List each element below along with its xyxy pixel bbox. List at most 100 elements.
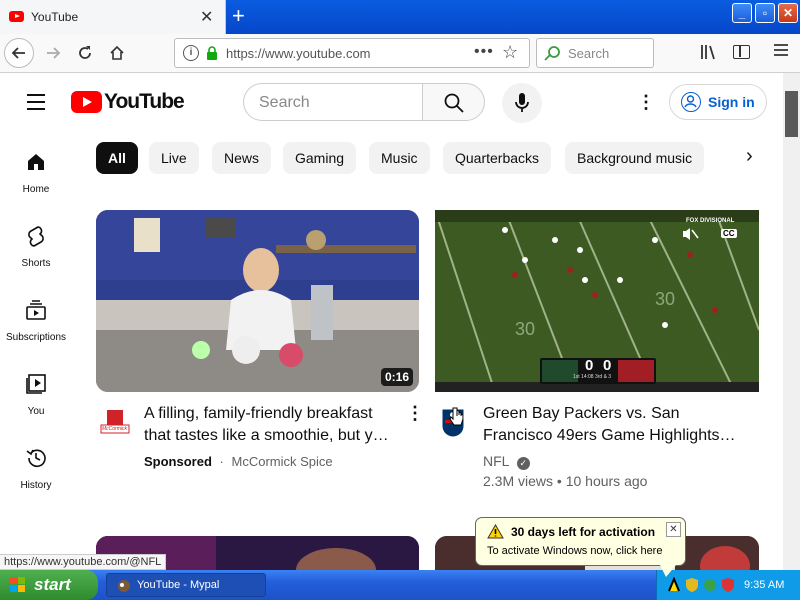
chip-live[interactable]: Live (149, 142, 199, 174)
chip-background-music[interactable]: Background music (565, 142, 705, 174)
video-meta: Sponsored · McCormick Spice (144, 454, 333, 469)
video-title-line: Francisco 49ers Game Highlights… (483, 427, 736, 444)
taskbar-clock[interactable]: 9:35 AM (744, 579, 784, 591)
window-maximize-button[interactable]: ▫ (755, 3, 775, 23)
video-thumbnail[interactable]: 0:16 (96, 210, 419, 392)
balloon-tail (660, 565, 676, 577)
home-icon (110, 45, 124, 60)
search-icon (444, 93, 464, 113)
mypal-browser-icon (118, 580, 130, 592)
nav-label: Subscriptions (5, 332, 67, 343)
back-button[interactable] (4, 38, 34, 68)
you-icon (26, 374, 46, 394)
taskbar-window-youtube[interactable]: YouTube - Mypal (106, 573, 266, 597)
taskbar-window-label: YouTube - Mypal (137, 579, 220, 591)
settings-more-button[interactable]: ⋮ (637, 92, 655, 112)
youtube-logo-icon[interactable] (71, 91, 102, 113)
hand-cursor-icon (449, 407, 464, 429)
network-icon[interactable] (667, 577, 681, 593)
mccormick-logo-text: McCormick (102, 426, 127, 432)
guide-menu-icon[interactable] (27, 94, 45, 115)
activation-balloon[interactable]: 30 days left for activation To activate … (475, 517, 686, 566)
sign-in-label: Sign in (708, 94, 755, 110)
verified-badge-icon: ✓ (516, 457, 530, 470)
new-tab-button[interactable]: + (232, 3, 245, 29)
youtube-search-input[interactable]: Search (243, 83, 423, 121)
search-icon (544, 46, 560, 61)
video-title[interactable]: A filling, family-friendly breakfast tha… (144, 403, 389, 447)
window-minimize-button[interactable]: _ (732, 3, 752, 23)
hamburger-menu-icon[interactable] (774, 42, 788, 62)
page-actions-button[interactable]: ••• (474, 43, 494, 61)
home-button[interactable] (102, 38, 132, 68)
start-button[interactable]: start (0, 570, 98, 600)
tab-close-button[interactable]: ✕ (200, 7, 213, 27)
channel-name[interactable]: McCormick Spice (232, 454, 333, 469)
nav-home[interactable]: Home (0, 151, 72, 197)
balloon-close-button[interactable]: ✕ (666, 522, 681, 537)
home-icon (28, 154, 44, 170)
nav-you[interactable]: You (0, 373, 72, 419)
url-text: https://www.youtube.com (226, 46, 371, 61)
chip-quarterbacks[interactable]: Quarterbacks (443, 142, 552, 174)
microphone-icon (515, 93, 529, 112)
warning-shield-icon[interactable] (721, 577, 735, 593)
nav-subscriptions[interactable]: Subscriptions (0, 299, 72, 345)
security-shield-icon[interactable] (685, 577, 699, 593)
video-menu-button[interactable]: ⋮ (406, 403, 424, 424)
forward-button[interactable] (38, 38, 68, 68)
youtube-search-button[interactable] (422, 83, 485, 121)
nav-history[interactable]: History (0, 447, 72, 493)
balloon-title: 30 days left for activation (511, 525, 656, 539)
vertical-scrollbar[interactable] (783, 73, 800, 570)
chip-news[interactable]: News (212, 142, 272, 174)
football-field-image: 30 30 (435, 210, 759, 392)
mccormick-channel-avatar[interactable]: McCormick (99, 408, 131, 436)
chip-music[interactable]: Music (369, 142, 430, 174)
video-player-preview[interactable]: 30 30 0 0 1st 14:08 3rd & 3 FOX DIVISION… (435, 210, 759, 392)
voice-search-button[interactable] (502, 83, 542, 123)
windows-flag-icon (10, 577, 25, 592)
chip-scroll-next-icon[interactable]: › (746, 145, 753, 168)
scoreboard-left: 0 (585, 357, 594, 374)
browser-search-box[interactable]: Search (536, 38, 654, 68)
nav-shorts[interactable]: Shorts (0, 225, 72, 271)
start-label: start (34, 575, 71, 594)
channel-name[interactable]: NFL (483, 453, 509, 469)
update-icon[interactable] (703, 577, 717, 593)
video-title[interactable]: Green Bay Packers vs. San Francisco 49er… (483, 403, 736, 447)
reload-icon (79, 46, 91, 59)
video-title-line: A filling, family-friendly breakfast (144, 405, 373, 422)
nav-label: Home (22, 184, 50, 195)
lock-icon (207, 46, 217, 60)
scoreboard-info: 1st 14:08 3rd & 3 (573, 374, 612, 380)
kitchen-scene-image (96, 210, 419, 392)
arrow-left-icon (11, 47, 25, 59)
svg-text:30: 30 (515, 319, 535, 339)
search-placeholder: Search (568, 46, 610, 61)
scrollbar-thumb[interactable] (785, 91, 798, 137)
bookmark-star-icon[interactable]: ☆ (502, 42, 518, 63)
library-icon[interactable] (700, 44, 718, 64)
tab-youtube[interactable]: YouTube ✕ (0, 0, 226, 34)
video-duration: 0:16 (380, 368, 413, 386)
sidebar-toggle-icon[interactable] (733, 45, 750, 59)
chip-all[interactable]: All (96, 142, 138, 174)
channel-row: NFL ✓ (483, 453, 530, 470)
info-icon[interactable]: i (183, 45, 199, 61)
nav-label: History (20, 480, 52, 491)
subscriptions-icon (26, 300, 46, 320)
window-close-button[interactable]: ✕ (778, 3, 798, 23)
scoreboard-right: 0 (603, 357, 612, 374)
tab-title: YouTube (31, 10, 79, 24)
chip-gaming[interactable]: Gaming (283, 142, 357, 174)
closed-captions-button[interactable]: CC (721, 229, 737, 238)
sign-in-button[interactable]: Sign in (669, 84, 767, 120)
mute-icon[interactable] (681, 226, 699, 242)
balloon-message[interactable]: To activate Windows now, click here (487, 545, 662, 557)
youtube-wordmark[interactable]: YouTube (104, 90, 185, 114)
address-bar[interactable]: i https://www.youtube.com ••• ☆ (174, 38, 530, 68)
account-icon (681, 92, 701, 112)
reload-button[interactable] (70, 38, 100, 68)
nav-label: You (27, 406, 45, 417)
